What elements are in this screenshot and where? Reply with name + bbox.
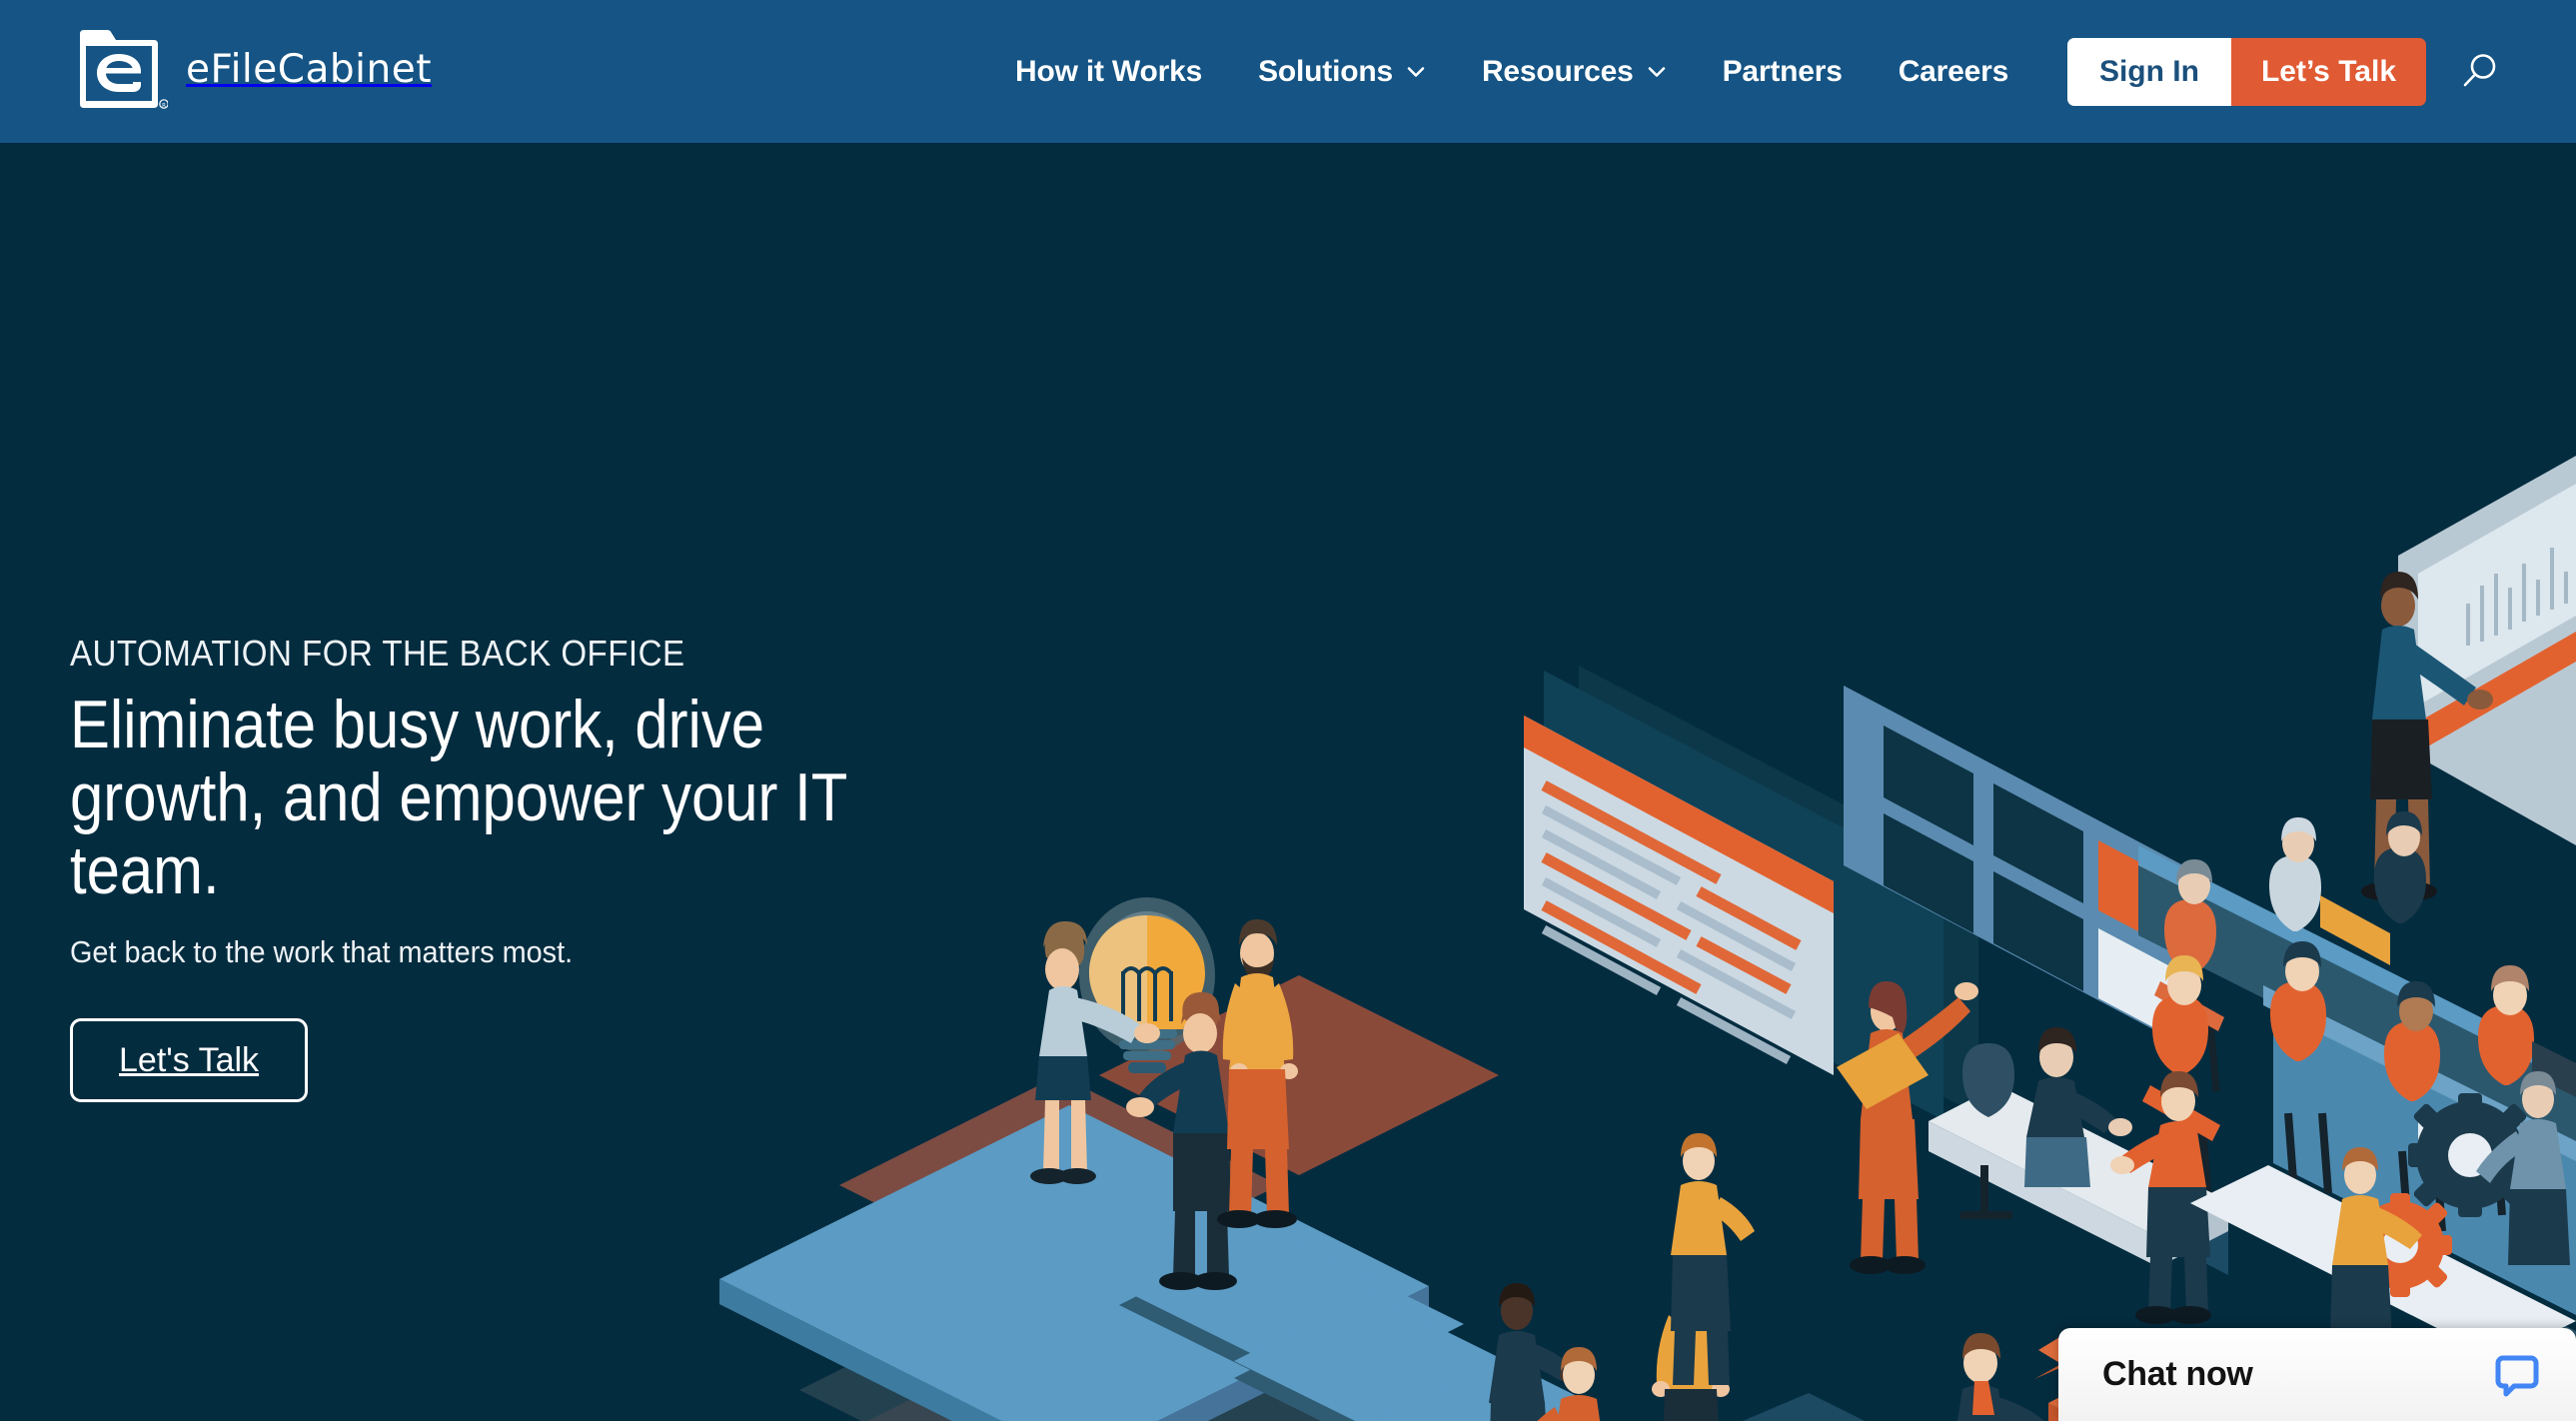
hero-section: AUTOMATION FOR THE BACK OFFICE Eliminate… <box>0 143 2576 1421</box>
person-man-yellow-sweater <box>1652 1257 1730 1421</box>
lightbulb-icon <box>1079 897 1215 1073</box>
search-button[interactable] <box>2450 0 2508 143</box>
stair-steps <box>1119 1220 1596 1421</box>
person-right-charts <box>1956 1333 2044 1421</box>
hero-eyebrow: AUTOMATION FOR THE BACK OFFICE <box>70 633 685 674</box>
nav-label: Partners <box>1722 54 1843 88</box>
nav-item-resources[interactable]: Resources <box>1454 55 1695 89</box>
person-steps-center <box>1537 1347 1601 1421</box>
page-root: R eFileCabinet How it Works Solutions Re… <box>0 0 2576 1421</box>
hero-lets-talk-button[interactable]: Let's Talk <box>70 1018 309 1103</box>
primary-navigation: How it Works Solutions Resources Partner… <box>987 0 2036 143</box>
sign-in-button[interactable]: Sign In <box>2066 37 2231 106</box>
nav-label: Resources <box>1481 54 1634 88</box>
magnifying-glass-icon <box>949 1169 1075 1309</box>
person-presenter <box>2361 572 2493 900</box>
chat-now-label: Chat now <box>2102 1355 2253 1393</box>
document-screen-panel <box>1524 666 2183 1120</box>
audience-seats <box>2142 811 2576 1232</box>
svg-text:R: R <box>162 103 166 109</box>
header-actions: Sign In Let’s Talk <box>2066 0 2426 143</box>
nav-item-how-it-works[interactable]: How it Works <box>987 55 1230 89</box>
person-gears-right <box>2476 1071 2570 1265</box>
efilecabinet-folder-e-logo-icon: R <box>80 30 168 109</box>
search-icon <box>2463 53 2496 86</box>
person-steps-left <box>1489 1283 1582 1421</box>
chat-bubble-icon <box>2495 1355 2539 1396</box>
nav-label: Careers <box>1898 54 2009 88</box>
person-woman-bulb <box>1030 921 1160 1184</box>
desk-handshake-scene <box>1929 1027 2228 1324</box>
office-chair <box>1960 1043 2014 1219</box>
nav-item-partners[interactable]: Partners <box>1695 55 1871 89</box>
hero-subcopy: Get back to the work that matters most. <box>70 934 574 970</box>
chevron-down-icon <box>1406 62 1426 82</box>
brand-logo-link[interactable]: R eFileCabinet <box>76 28 432 110</box>
platform-presentation <box>2138 845 2576 1315</box>
nav-label: Solutions <box>1258 54 1393 88</box>
chevron-down-icon <box>1647 62 1667 82</box>
site-header: R eFileCabinet How it Works Solutions Re… <box>0 0 2576 143</box>
chat-widget[interactable]: Chat now <box>2058 1328 2576 1421</box>
nav-item-solutions[interactable]: Solutions <box>1230 55 1454 89</box>
hero-headline: Eliminate busy work, drive growth, and e… <box>70 687 847 908</box>
person-man-suit-bulb <box>1126 991 1237 1290</box>
person-steps-upper <box>1671 1133 1755 1385</box>
person-seated-desk <box>2024 1027 2132 1187</box>
header-lets-talk-button[interactable]: Let’s Talk <box>2230 37 2426 106</box>
person-woman-pointing-panel <box>1837 981 1978 1274</box>
nav-item-careers[interactable]: Careers <box>1871 55 2036 89</box>
person-standing-desk <box>2110 1071 2211 1324</box>
platform-lightbulb-scene <box>719 1105 1429 1421</box>
hero-copy: AUTOMATION FOR THE BACK OFFICE Eliminate… <box>70 633 969 1103</box>
brand-name: eFileCabinet <box>186 46 432 92</box>
presentation-screen <box>2398 456 2576 845</box>
nav-label: How it Works <box>1015 54 1203 88</box>
person-man-orange-sweater <box>1217 919 1298 1228</box>
